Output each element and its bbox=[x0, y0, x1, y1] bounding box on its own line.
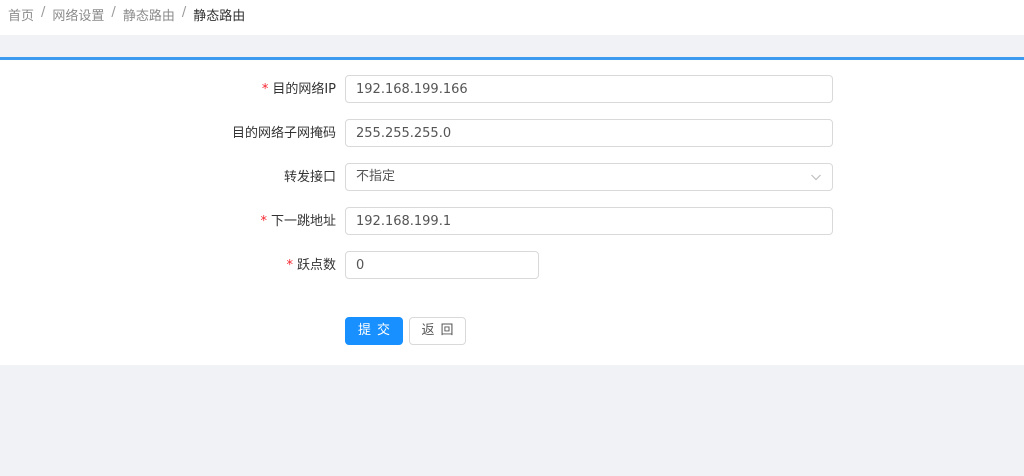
breadcrumb: 首页 / 网络设置 / 静态路由 / 静态路由 bbox=[0, 0, 1024, 35]
next-hop-input[interactable] bbox=[345, 207, 833, 235]
breadcrumb-item-static-route[interactable]: 静态路由 bbox=[123, 5, 175, 24]
form-row-metric: * 跃点数 bbox=[0, 251, 1024, 281]
static-route-form-card: *目的网络IP 目的网络子网掩码 转发接口 不指定 *下一跳地址 *跃点数 提交… bbox=[0, 57, 1024, 365]
required-mark: * bbox=[261, 82, 269, 97]
back-button[interactable]: 返回 bbox=[409, 317, 466, 345]
forward-interface-selected-value: 不指定 bbox=[356, 169, 396, 184]
breadcrumb-separator: / bbox=[181, 5, 187, 20]
metric-label: * 跃点数 bbox=[286, 258, 336, 273]
breadcrumb-separator: / bbox=[41, 5, 46, 20]
breadcrumb-separator: / bbox=[111, 5, 116, 20]
required-mark: * bbox=[260, 214, 267, 229]
form-row-dest-ip: * 目的网络IP bbox=[0, 75, 1024, 105]
form-row-next-hop: * 下一跳地址 bbox=[0, 207, 1024, 237]
metric-input[interactable] bbox=[345, 251, 539, 279]
dest-mask-label: 目的网络子网掩码 bbox=[231, 126, 336, 141]
form-row-forward-interface: 转发接口 不指定 bbox=[0, 163, 1024, 193]
chevron-down-icon bbox=[811, 174, 821, 181]
forward-interface-label: 转发接口 bbox=[283, 170, 336, 185]
breadcrumb-item-network-settings[interactable]: 网络设置 bbox=[52, 5, 104, 24]
dest-ip-label: * 目的网络IP bbox=[261, 82, 336, 97]
next-hop-label: * 下一跳地址 bbox=[260, 214, 336, 229]
required-mark: * bbox=[286, 258, 293, 273]
form-row-dest-mask: 目的网络子网掩码 bbox=[0, 119, 1024, 149]
dest-ip-input[interactable] bbox=[345, 75, 833, 103]
dest-mask-input[interactable] bbox=[345, 119, 833, 147]
forward-interface-select[interactable]: 不指定 bbox=[345, 163, 833, 191]
breadcrumb-item-home[interactable]: 首页 bbox=[8, 5, 34, 24]
submit-button[interactable]: 提交 bbox=[345, 317, 403, 345]
breadcrumb-item-current: 静态路由 bbox=[193, 9, 246, 24]
